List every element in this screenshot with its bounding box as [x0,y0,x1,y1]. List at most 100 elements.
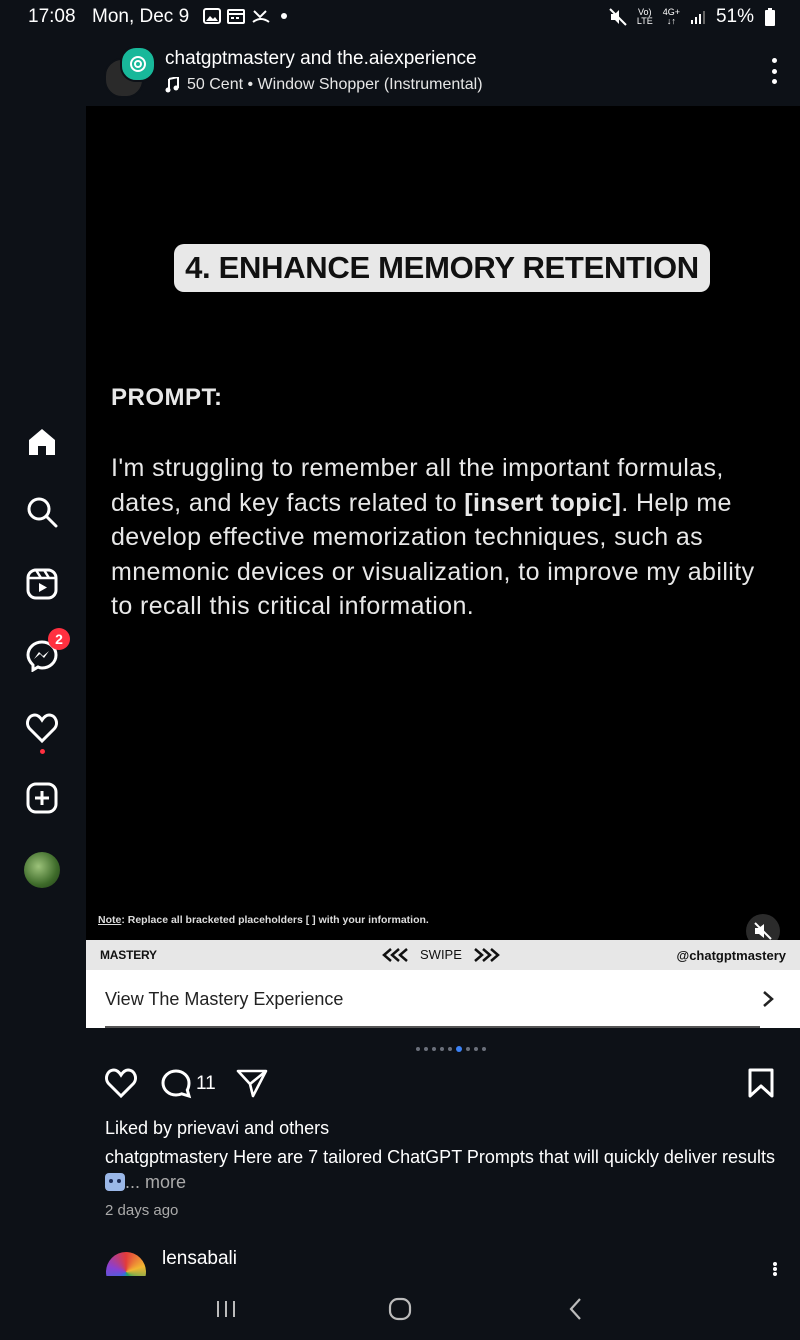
status-date: Mon, Dec 9 [92,6,190,27]
post-actions: 11 [86,1068,800,1108]
home-icon [29,429,55,455]
carousel-dot [440,1047,444,1051]
music-note-icon [165,77,179,93]
sidebar-nav: 2 [0,34,86,1274]
robot-emoji-icon [105,1173,125,1191]
prompt-label: PROMPT: [111,384,223,411]
caption-username[interactable]: chatgptmastery [105,1147,228,1167]
create-plus-icon [26,782,58,814]
avatar-aiexperience [120,46,156,82]
system-nav-bar [0,1276,800,1340]
more-notifications-dot-icon [281,13,287,19]
next-post-options-button[interactable] [772,1262,778,1276]
prompt-text: I'm struggling to remember all the impor… [111,451,771,624]
post-image[interactable]: 4. ENHANCE MEMORY RETENTION PROMPT: I'm … [86,106,800,948]
post-options-button[interactable] [770,58,778,84]
caption-text: Here are 7 tailored ChatGPT Prompts that… [233,1147,775,1167]
save-button[interactable] [748,1068,774,1098]
back-button[interactable] [556,1294,596,1324]
likes-summary[interactable]: Liked by prievavi and others [105,1118,329,1139]
carousel-dot [456,1046,462,1052]
send-icon [236,1069,268,1098]
swipe-hint: SWIPE [382,947,500,962]
next-post-avatar[interactable] [106,1252,146,1276]
mute-icon [609,8,627,26]
carousel-indicator [416,1046,486,1052]
heart-icon [26,713,58,743]
battery-percent: 51% [715,6,754,27]
slide-handle: @chatgptmastery [676,948,786,963]
network-indicator: 4G+ ↓↑ [663,8,680,26]
like-button[interactable] [105,1068,137,1098]
notification-icons [203,8,287,24]
post-music[interactable]: 50 Cent • Window Shopper (Instrumental) [165,76,483,94]
status-bar: 17:08 Mon, Dec 9 Vo) LTE 4G+ ↓↑ 51% [0,0,800,34]
sidebar-item-create[interactable] [22,778,62,818]
messages-badge: 2 [48,628,70,650]
home-button[interactable] [380,1294,420,1324]
recent-apps-button[interactable] [206,1294,246,1324]
notification-dot [40,749,45,754]
next-post-header: lensabali [86,1240,800,1276]
next-post-username[interactable]: lensabali [162,1248,237,1270]
search-icon [27,497,58,528]
sidebar-item-profile[interactable] [22,850,62,890]
note-label: Note [98,914,122,926]
carousel-dot [424,1047,428,1051]
cta-progress-line [105,1026,760,1028]
carousel-dot [416,1047,420,1051]
prompt-placeholder: [insert topic] [464,488,622,517]
status-time: 17:08 [28,6,76,27]
bookmark-icon [748,1068,774,1098]
signal-icon [690,11,705,24]
calendar-icon [227,9,245,24]
comment-icon [161,1069,192,1099]
battery-icon [765,8,775,26]
carousel-dot [482,1047,486,1051]
profile-avatar [24,852,60,888]
swipe-label: SWIPE [420,947,462,962]
post-date: 2 days ago [105,1202,179,1219]
slide-footer: MASTERY SWIPE @chatgptmastery [86,940,800,970]
back-chevron-icon [569,1298,581,1320]
slide-brand: MASTERY [100,948,157,962]
chevrons-right-icon [474,947,500,962]
caption-more-link[interactable]: ... more [125,1172,186,1192]
missed-call-icon [252,10,270,23]
slide-title: 4. ENHANCE MEMORY RETENTION [174,244,710,292]
system-icons: Vo) LTE 4G+ ↓↑ 51% [609,6,776,28]
sidebar-item-messages[interactable]: 2 [22,628,70,676]
carousel-dot [432,1047,436,1051]
author-avatars[interactable] [104,46,156,98]
network-bottom: ↓↑ [666,16,676,26]
volte-indicator: Vo) LTE [637,8,653,26]
reels-icon [26,568,58,600]
comment-button[interactable]: 11 [160,1068,216,1100]
sidebar-item-home[interactable] [22,422,62,462]
note-text: : Replace all bracketed placeholders [ ]… [121,914,429,926]
volte-bottom: LTE [636,16,653,26]
post-caption: chatgptmastery Here are 7 tailored ChatG… [105,1145,785,1195]
carousel-dot [474,1047,478,1051]
post-header: chatgptmastery and the.aiexperience 50 C… [86,34,800,106]
sidebar-item-notifications[interactable] [22,708,62,754]
chevrons-left-icon [382,947,408,962]
slide-note: Note: Replace all bracketed placeholders… [98,914,429,926]
post-authors[interactable]: chatgptmastery and the.aiexperience [165,48,477,70]
carousel-dot [466,1047,470,1051]
sidebar-item-reels[interactable] [22,564,62,604]
view-experience-cta[interactable]: View The Mastery Experience [86,970,800,1028]
home-circle-icon [388,1297,412,1321]
music-label: 50 Cent • Window Shopper (Instrumental) [187,76,483,93]
chevron-right-icon [763,991,774,1007]
recent-apps-icon [217,1301,235,1317]
share-button[interactable] [236,1068,268,1098]
openai-logo-icon [130,56,146,72]
heart-icon [105,1068,137,1098]
cta-label: View The Mastery Experience [105,989,344,1009]
gallery-icon [203,8,221,24]
speaker-muted-icon [754,922,772,940]
sidebar-item-search[interactable] [22,492,62,532]
comments-count: 11 [196,1073,216,1094]
carousel-dot [448,1047,452,1051]
